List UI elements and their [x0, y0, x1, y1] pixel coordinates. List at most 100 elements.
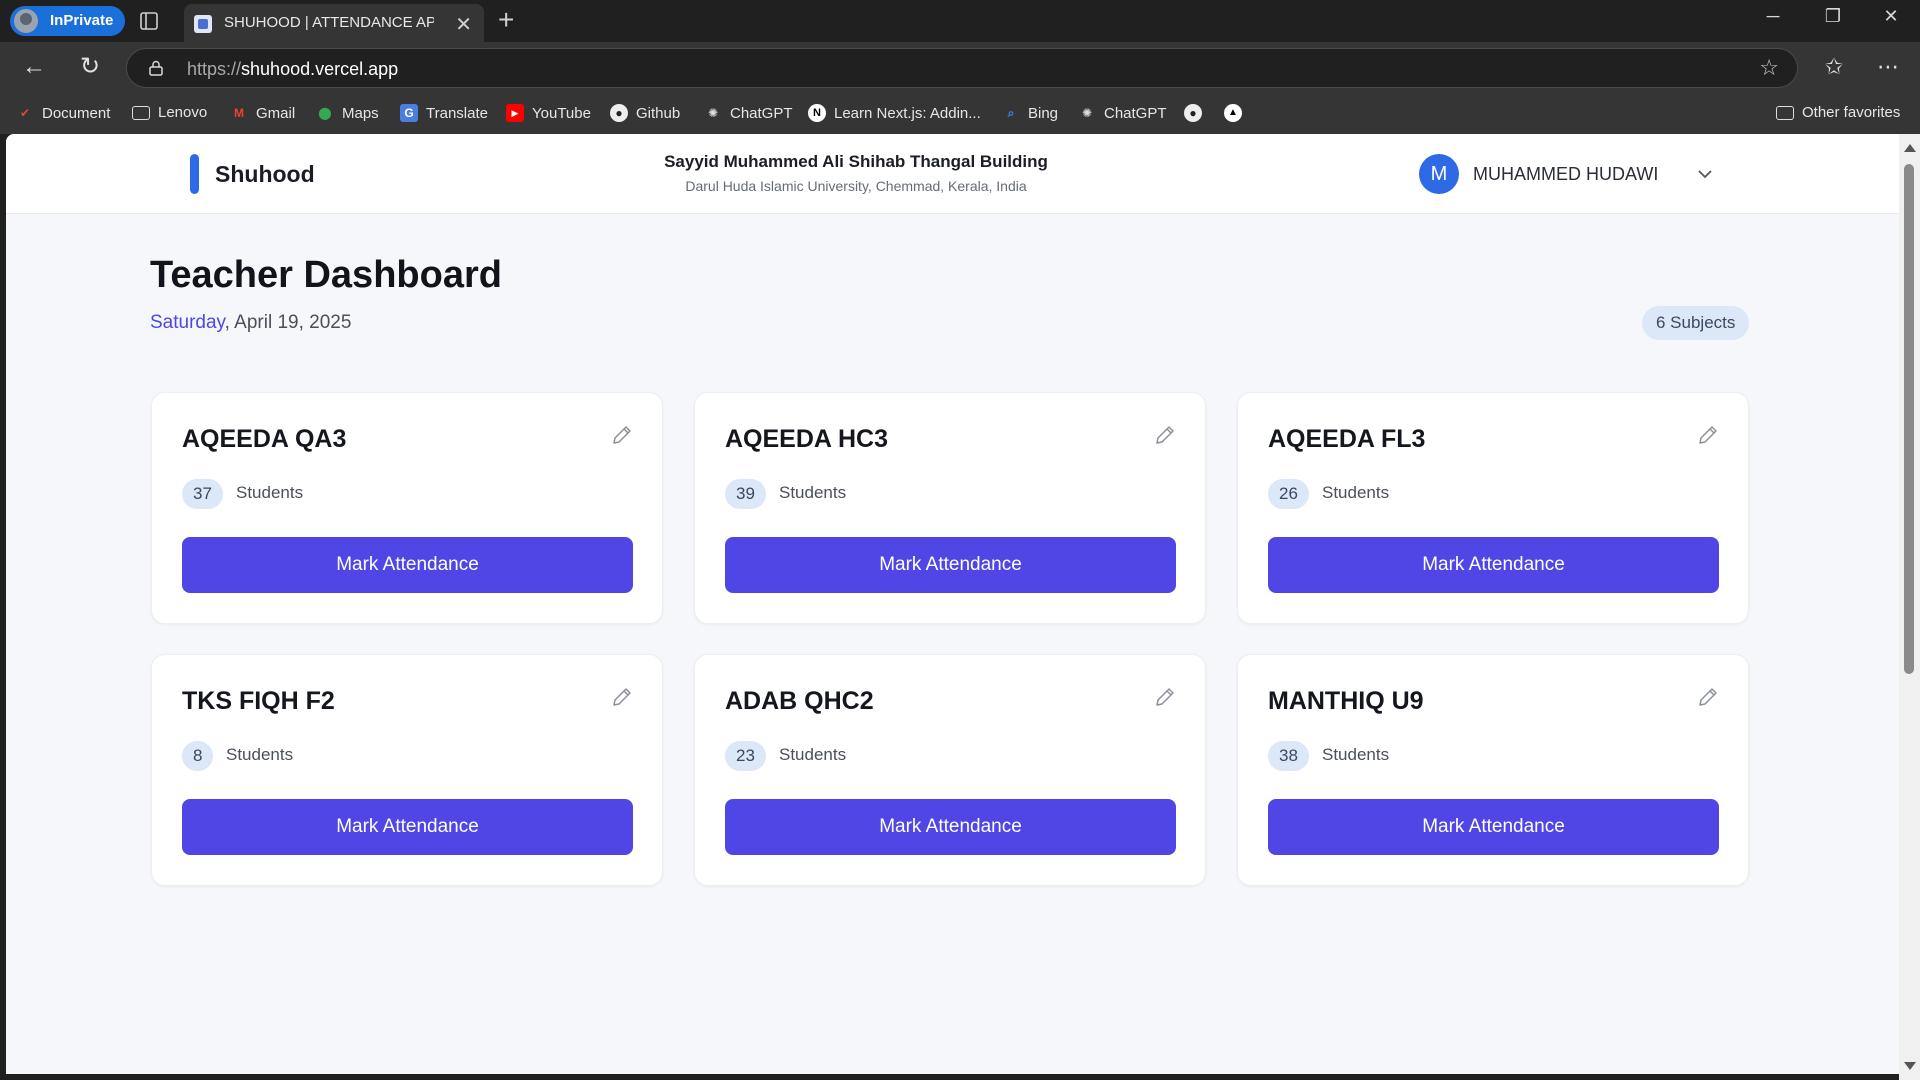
checkmark-icon: ✔ — [19, 106, 31, 120]
folder-icon — [132, 105, 150, 120]
bookmark-github[interactable]: ● Github — [610, 104, 680, 122]
favorites-icon[interactable]: ✩ — [1818, 52, 1850, 84]
address-bar[interactable]: https://shuhood.vercel.app ☆ — [126, 48, 1798, 88]
mark-attendance-button[interactable]: Mark Attendance — [182, 799, 633, 855]
subject-card: TKS FIQH F2 8 Students Mark Attendance — [151, 654, 663, 886]
profile-icon — [14, 9, 38, 33]
bookmark-maps[interactable]: ⬤ Maps — [316, 104, 378, 122]
gmail-icon: M — [234, 106, 244, 120]
github-icon: ● — [610, 104, 628, 122]
add-favorite-icon[interactable]: ☆ — [1759, 55, 1779, 81]
folder-icon — [1776, 105, 1794, 120]
user-name: MUHAMMED HUDAWI — [1473, 163, 1659, 184]
scroll-up-icon[interactable] — [1904, 144, 1916, 152]
subject-card: AQEEDA QA3 37 Students Mark Attendance — [151, 392, 663, 624]
subject-name: AQEEDA QA3 — [182, 425, 347, 453]
app-header: Shuhood Sayyid Muhammed Ali Shihab Thang… — [6, 134, 1899, 214]
bookmark-gmail[interactable]: M Gmail — [230, 104, 295, 122]
inprivate-label: InPrivate — [50, 12, 114, 29]
mark-attendance-button[interactable]: Mark Attendance — [725, 537, 1176, 593]
chatgpt-icon: ✺ — [1081, 106, 1093, 120]
page-title: Teacher Dashboard — [150, 254, 502, 296]
edit-pencil-icon[interactable] — [610, 685, 634, 709]
avatar: M — [1419, 154, 1459, 194]
restore-icon[interactable]: ❐ — [1818, 6, 1848, 27]
bookmark-document[interactable]: ✔ Document — [16, 104, 110, 122]
other-favorites[interactable]: Other favorites — [1776, 104, 1900, 121]
bookmark-learn-nextjs[interactable]: N Learn Next.js: Addin... — [808, 104, 981, 122]
student-count-badge: 26 — [1268, 479, 1309, 509]
mark-attendance-button[interactable]: Mark Attendance — [1268, 537, 1719, 593]
bookmark-youtube[interactable]: ▶ YouTube — [506, 104, 591, 122]
students-label: Students — [779, 745, 847, 764]
bookmark-bing[interactable]: ⌕ Bing — [1002, 104, 1058, 122]
more-menu-icon[interactable]: ⋯ — [1872, 52, 1904, 84]
new-tab-button[interactable]: + — [498, 4, 514, 36]
scroll-down-icon[interactable] — [1904, 1062, 1916, 1070]
subject-card: AQEEDA HC3 39 Students Mark Attendance — [694, 392, 1206, 624]
tab-title: SHUHOOD | ATTENDANCE APPLIC — [224, 14, 434, 31]
scrollbar-thumb[interactable] — [1904, 164, 1914, 674]
window-close-icon[interactable]: ✕ — [1876, 6, 1906, 27]
student-count-badge: 37 — [182, 479, 223, 509]
bookmark-chatgpt-2[interactable]: ✺ ChatGPT — [1078, 104, 1167, 122]
student-count-badge: 23 — [725, 741, 766, 771]
subject-card: AQEEDA FL3 26 Students Mark Attendance — [1237, 392, 1749, 624]
translate-icon: G — [400, 104, 418, 122]
minimize-icon[interactable]: ─ — [1758, 6, 1788, 27]
edit-pencil-icon[interactable] — [610, 423, 634, 447]
student-count-badge: 38 — [1268, 741, 1309, 771]
browser-toolbar: ← ↻ https://shuhood.vercel.app ☆ ✩ ⋯ — [0, 42, 1920, 94]
bookmark-translate[interactable]: G Translate — [400, 104, 488, 122]
nextjs-icon: N — [808, 104, 826, 122]
bookmark-chatgpt[interactable]: ✺ ChatGPT — [704, 104, 793, 122]
chatgpt-icon: ✺ — [707, 106, 719, 120]
page-viewport: Shuhood Sayyid Muhammed Ali Shihab Thang… — [6, 134, 1899, 1074]
edit-pencil-icon[interactable] — [1153, 685, 1177, 709]
bookmark-lenovo[interactable]: Lenovo — [132, 104, 207, 121]
maps-pin-icon: ⬤ — [318, 106, 332, 120]
user-menu[interactable]: M MUHAMMED HUDAWI — [1419, 154, 1714, 194]
students-label: Students — [226, 745, 294, 764]
search-icon: ⌕ — [1007, 106, 1015, 120]
page-scrollbar[interactable] — [1899, 134, 1920, 1080]
current-date: Saturday, April 19, 2025 — [150, 312, 351, 334]
lock-icon[interactable] — [149, 60, 163, 76]
browser-title-bar: InPrivate SHUHOOD | ATTENDANCE APPLIC ✕ … — [0, 0, 1920, 42]
edit-pencil-icon[interactable] — [1696, 423, 1720, 447]
url-text: https://shuhood.vercel.app — [187, 59, 399, 79]
bookmark-github-icon-only[interactable]: ● — [1184, 104, 1202, 122]
site-favicon-icon — [194, 15, 212, 33]
bookmark-triangle[interactable]: ▲ — [1224, 104, 1242, 122]
mark-attendance-button[interactable]: Mark Attendance — [725, 799, 1176, 855]
students-label: Students — [1322, 483, 1390, 502]
subject-card: ADAB QHC2 23 Students Mark Attendance — [694, 654, 1206, 886]
mark-attendance-button[interactable]: Mark Attendance — [1268, 799, 1719, 855]
edit-pencil-icon[interactable] — [1696, 685, 1720, 709]
chevron-down-icon[interactable] — [1696, 165, 1714, 183]
students-label: Students — [236, 483, 304, 502]
github-icon: ● — [1184, 104, 1202, 122]
student-count-badge: 8 — [182, 741, 214, 771]
vercel-icon: ▲ — [1224, 104, 1242, 122]
tab-actions-icon[interactable] — [138, 10, 160, 32]
inprivate-profile-button[interactable]: InPrivate — [10, 6, 126, 36]
students-label: Students — [1322, 745, 1390, 764]
subject-name: TKS FIQH F2 — [182, 687, 335, 715]
back-icon[interactable]: ← — [18, 52, 50, 84]
tab-close-icon[interactable]: ✕ — [455, 12, 472, 37]
bookmarks-bar: ✔ Document Lenovo M Gmail ⬤ Maps G Translate… — [0, 94, 1920, 134]
refresh-icon[interactable]: ↻ — [74, 52, 106, 84]
youtube-icon: ▶ — [506, 104, 524, 122]
mark-attendance-button[interactable]: Mark Attendance — [182, 537, 633, 593]
student-count-badge: 39 — [725, 479, 766, 509]
edit-pencil-icon[interactable] — [1153, 423, 1177, 447]
subject-card: MANTHIQ U9 38 Students Mark Attendance — [1237, 654, 1749, 886]
weekday: Saturday — [150, 312, 225, 333]
browser-tab-active[interactable]: SHUHOOD | ATTENDANCE APPLIC ✕ — [184, 4, 484, 42]
subject-name: ADAB QHC2 — [725, 687, 874, 715]
date-text: , April 19, 2025 — [224, 312, 352, 333]
subjects-count-badge: 6 Subjects — [1642, 306, 1750, 340]
subject-name: AQEEDA FL3 — [1268, 425, 1426, 453]
subject-name: MANTHIQ U9 — [1268, 687, 1424, 715]
